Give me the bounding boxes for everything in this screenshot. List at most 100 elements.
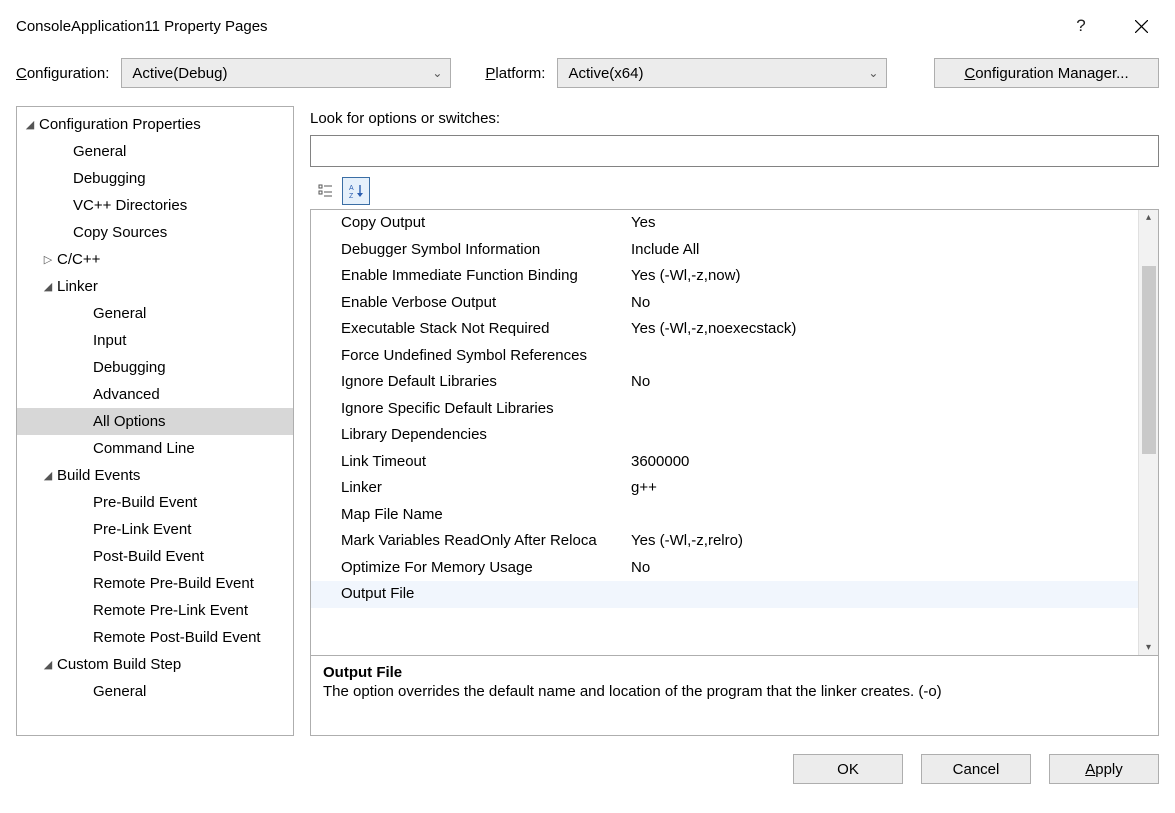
expander-icon[interactable]: ▷ [41,253,55,266]
tree-root-label: Configuration Properties [39,116,201,133]
close-icon[interactable] [1123,10,1159,42]
property-row[interactable]: Force Undefined Symbol References [311,343,1138,370]
property-row[interactable]: Ignore Default LibrariesNo [311,369,1138,396]
tree-item[interactable]: Remote Pre-Build Event [17,570,293,597]
body: ◢ Configuration Properties General Debug… [0,106,1175,736]
tree-item[interactable]: ◢Linker [17,273,293,300]
titlebar-controls: ? [1063,10,1159,42]
property-row[interactable]: Copy OutputYes [311,210,1138,237]
tree-item[interactable]: VC++ Directories [17,192,293,219]
expander-icon[interactable]: ◢ [23,118,37,131]
tree-item-label: Input [93,332,126,349]
property-name: Executable Stack Not Required [341,320,631,337]
property-row[interactable]: Optimize For Memory UsageNo [311,555,1138,582]
property-row[interactable]: Link Timeout3600000 [311,449,1138,476]
property-row[interactable]: Mark Variables ReadOnly After RelocaYes … [311,528,1138,555]
tree-item[interactable]: Copy Sources [17,219,293,246]
tree-item[interactable]: ◢Custom Build Step [17,651,293,678]
tree-item[interactable]: ▷C/C++ [17,246,293,273]
chevron-down-icon: ⌄ [868,66,878,80]
tree-root[interactable]: ◢ Configuration Properties [17,111,293,138]
tree-item[interactable]: Pre-Link Event [17,516,293,543]
tree-item[interactable]: Debugging [17,354,293,381]
property-value[interactable]: Yes (-Wl,-z,now) [631,267,1138,284]
property-row[interactable]: Enable Immediate Function BindingYes (-W… [311,263,1138,290]
configuration-select[interactable]: Active(Debug) ⌄ [121,58,451,88]
tree-item[interactable]: General [17,678,293,705]
tree-item[interactable]: Debugging [17,165,293,192]
window-title: ConsoleApplication11 Property Pages [16,18,268,35]
property-value[interactable]: No [631,294,1138,311]
configuration-label: Configuration: [16,65,109,82]
property-name: Enable Verbose Output [341,294,631,311]
tree-item[interactable]: General [17,138,293,165]
tree-item[interactable]: Pre-Build Event [17,489,293,516]
property-row[interactable]: Enable Verbose OutputNo [311,290,1138,317]
tree-item-label: VC++ Directories [73,197,187,214]
tree-item-label: Build Events [57,467,140,484]
property-value[interactable]: No [631,559,1138,576]
configuration-manager-button[interactable]: Configuration Manager... [934,58,1159,88]
expander-icon[interactable]: ◢ [41,658,55,671]
tree-item-label: Custom Build Step [57,656,181,673]
tree-item-label: Copy Sources [73,224,167,241]
scroll-thumb[interactable] [1142,266,1156,454]
property-name: Mark Variables ReadOnly After Reloca [341,532,631,549]
scroll-down-icon[interactable]: ▾ [1146,640,1151,655]
property-value[interactable]: g++ [631,479,1138,496]
platform-select[interactable]: Active(x64) ⌄ [557,58,887,88]
property-name: Debugger Symbol Information [341,241,631,258]
search-input[interactable] [310,135,1159,167]
grid-toolbar: A Z [310,167,1159,209]
categorize-icon[interactable] [312,177,340,205]
tree-item[interactable]: Remote Pre-Link Event [17,597,293,624]
property-name: Force Undefined Symbol References [341,347,631,364]
alphabetize-icon[interactable]: A Z [342,177,370,205]
tree-item[interactable]: All Options [17,408,293,435]
property-value[interactable]: Yes [631,214,1138,231]
property-row[interactable]: Ignore Specific Default Libraries [311,396,1138,423]
tree-item[interactable]: General [17,300,293,327]
description-text: The option overrides the default name an… [323,683,1146,700]
tree-item-label: General [93,683,146,700]
ok-button[interactable]: OK [793,754,903,784]
search-label: Look for options or switches: [310,106,1159,127]
property-value[interactable]: Yes (-Wl,-z,noexecstack) [631,320,1138,337]
property-row[interactable]: Executable Stack Not RequiredYes (-Wl,-z… [311,316,1138,343]
help-icon[interactable]: ? [1063,10,1099,42]
expander-icon[interactable]: ◢ [41,469,55,482]
tree-item[interactable]: Remote Post-Build Event [17,624,293,651]
tree-item[interactable]: Post-Build Event [17,543,293,570]
property-row[interactable]: Map File Name [311,502,1138,529]
property-value[interactable]: 3600000 [631,453,1138,470]
expander-icon[interactable]: ◢ [41,280,55,293]
grid-body: Copy OutputYesDebugger Symbol Informatio… [311,210,1138,655]
tree-item[interactable]: Command Line [17,435,293,462]
tree-item[interactable]: Input [17,327,293,354]
tree-item[interactable]: ◢Build Events [17,462,293,489]
tree-item-label: Pre-Build Event [93,494,197,511]
tree-item-label: Remote Post-Build Event [93,629,261,646]
property-row[interactable]: Output File [311,581,1138,608]
tree-item-label: Remote Pre-Build Event [93,575,254,592]
cancel-button[interactable]: Cancel [921,754,1031,784]
property-row[interactable]: Linkerg++ [311,475,1138,502]
property-row[interactable]: Debugger Symbol InformationInclude All [311,237,1138,264]
tree-item-label: C/C++ [57,251,100,268]
property-value[interactable]: Yes (-Wl,-z,relro) [631,532,1138,549]
scroll-up-icon[interactable]: ▴ [1146,210,1151,225]
property-name: Enable Immediate Function Binding [341,267,631,284]
property-name: Optimize For Memory Usage [341,559,631,576]
property-value[interactable]: Include All [631,241,1138,258]
description-title: Output File [323,664,1146,681]
property-name: Ignore Default Libraries [341,373,631,390]
right-panel: Look for options or switches: A Z [310,106,1159,736]
chevron-down-icon: ⌄ [432,66,442,80]
property-value[interactable]: No [631,373,1138,390]
apply-button[interactable]: Apply [1049,754,1159,784]
vertical-scrollbar[interactable]: ▴ ▾ [1138,210,1158,655]
property-row[interactable]: Library Dependencies [311,422,1138,449]
titlebar: ConsoleApplication11 Property Pages ? [0,0,1175,48]
description-pane: Output File The option overrides the def… [311,655,1158,735]
tree-item[interactable]: Advanced [17,381,293,408]
